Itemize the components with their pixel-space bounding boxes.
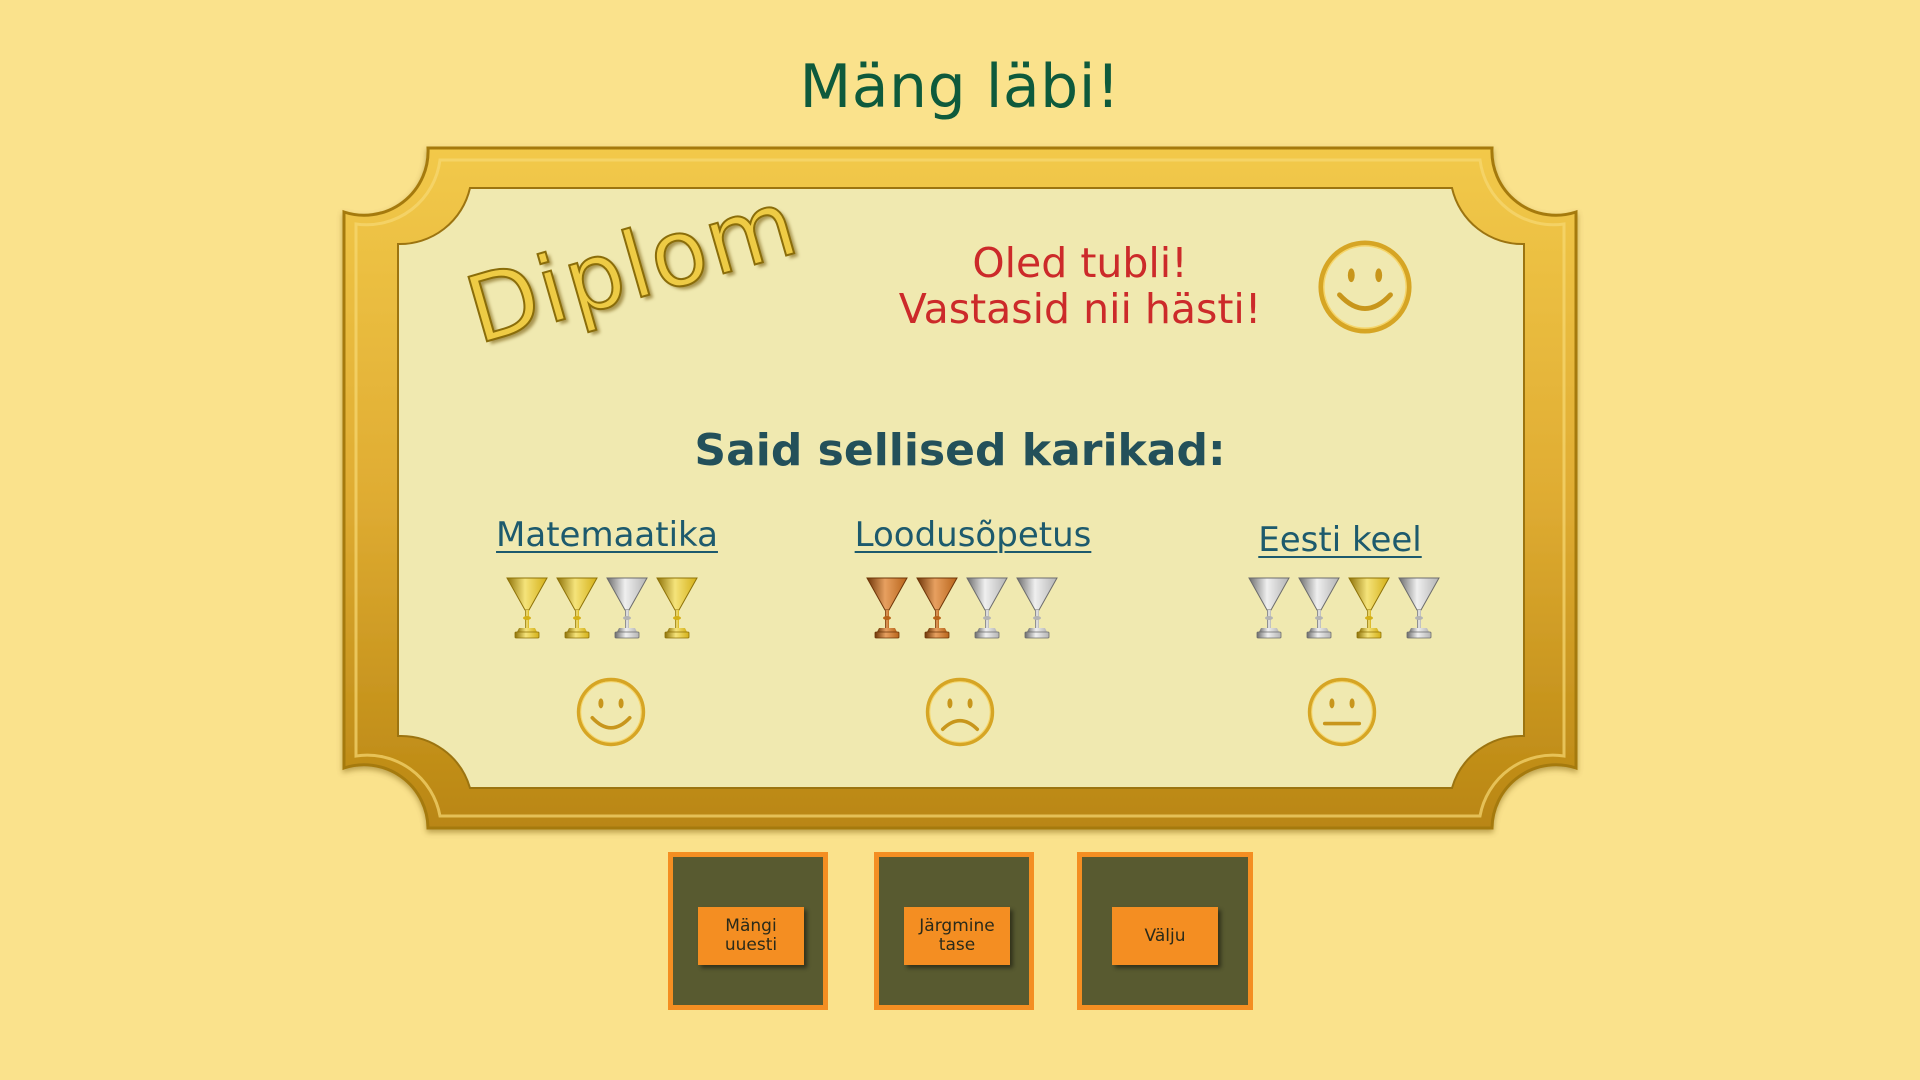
gold-cup-icon <box>556 577 598 639</box>
subject-name-estonian[interactable]: Eesti keel <box>1150 520 1530 560</box>
gold-cup-icon <box>656 577 698 639</box>
subject-name-science[interactable]: Loodusõpetus <box>783 515 1163 555</box>
silver-cup-icon <box>966 577 1008 639</box>
gold-cup-icon <box>1348 577 1390 639</box>
game-over-screen: Mäng läbi! Diplom Oled tubli! Vastasid n… <box>0 0 1920 1080</box>
praise-line-1: Oled tubli! <box>972 239 1188 287</box>
exit-button[interactable]: Välju <box>1112 907 1218 965</box>
gold-cup-icon <box>506 577 548 639</box>
neutral-icon <box>1307 677 1377 747</box>
silver-cup-icon <box>1398 577 1440 639</box>
play-again-button[interactable]: Mängi uuesti <box>698 907 804 965</box>
next-level-button[interactable]: Järgmine tase <box>904 907 1010 965</box>
sad-icon <box>925 677 995 747</box>
bronze-cup-icon <box>916 577 958 639</box>
subject-science: Loodusõpetus <box>783 515 1163 555</box>
bronze-cup-icon <box>866 577 908 639</box>
silver-cup-icon <box>606 577 648 639</box>
praise-line-2: Vastasid nii hästi! <box>898 285 1262 333</box>
silver-cup-icon <box>1298 577 1340 639</box>
play-again-panel: Mängi uuesti <box>668 852 828 1010</box>
subject-estonian: Eesti keel <box>1150 520 1530 560</box>
trophies-heading: Said sellised karikad: <box>694 425 1226 476</box>
smile-icon <box>1318 240 1412 334</box>
smile-icon <box>576 677 646 747</box>
subject-math: Matemaatika <box>417 515 797 555</box>
exit-panel: Välju <box>1077 852 1253 1010</box>
silver-cup-icon <box>1016 577 1058 639</box>
subject-name-math[interactable]: Matemaatika <box>417 515 797 555</box>
silver-cup-icon <box>1248 577 1290 639</box>
next-level-panel: Järgmine tase <box>874 852 1034 1010</box>
praise-message: Oled tubli! Vastasid nii hästi! <box>830 240 1330 332</box>
